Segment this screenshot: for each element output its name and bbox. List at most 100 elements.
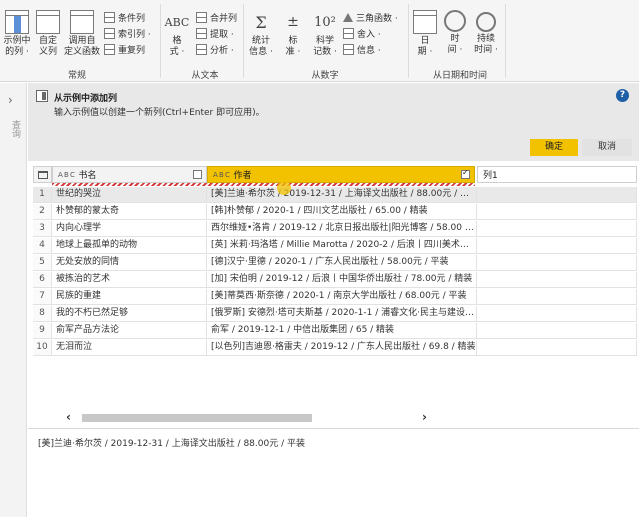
calendar-icon [413, 10, 437, 34]
cell-author[interactable]: 俞军 / 2019-12-1 / 中信出版集团 / 65 / 精装 [207, 323, 477, 339]
information-button[interactable]: 信息 · [343, 42, 381, 56]
row-number[interactable]: 7 [33, 289, 52, 305]
standard-button[interactable]: ± 标 准 · [280, 10, 306, 58]
table-row[interactable]: 7 民族的重建 [美]蒂莫西·斯奈德 / 2020-1 / 南京大学出版社 / 68… [33, 289, 637, 305]
row-number[interactable]: 9 [33, 323, 52, 339]
cell-new-column-input[interactable] [477, 238, 637, 254]
row-number[interactable]: 5 [33, 255, 52, 271]
cell-book[interactable]: 无泪而泣 [52, 340, 207, 356]
row-number[interactable]: 8 [33, 306, 52, 322]
merge-columns-button[interactable]: 合并列 [196, 10, 237, 24]
index-column-button[interactable]: 索引列 · [104, 26, 151, 40]
statistics-label: 统计 信息 · [249, 36, 273, 57]
exponent-icon: 10² [314, 14, 336, 30]
group-separator [160, 4, 161, 78]
cell-new-column-input[interactable] [477, 323, 637, 339]
parse-button[interactable]: 分析 · [196, 42, 234, 56]
scientific-button[interactable]: 10² 科学 记数 · [310, 10, 340, 58]
column-header-label: 列1 [483, 171, 498, 181]
cell-new-column-input[interactable] [477, 255, 637, 271]
format-button[interactable]: ABC 格 式 · [164, 10, 190, 58]
cell-book[interactable]: 被拣治的艺术 [52, 272, 207, 288]
cell-new-column-input[interactable] [477, 272, 637, 288]
column-from-examples-button[interactable]: 示例中 的列 · [0, 10, 34, 58]
column-select-checkbox-checked[interactable] [461, 168, 470, 179]
cell-author[interactable]: [韩]朴赞郁 / 2020-1 / 四川文艺出版社 / 65.00 / 精装 [207, 204, 477, 220]
add-column-from-examples-panel: 从示例中添加列 输入示例值以创建一个新列(Ctrl+Enter 即可应用)。 ?… [28, 83, 639, 161]
cell-book[interactable]: 朴赞郁的蒙太奇 [52, 204, 207, 220]
cell-new-column-input[interactable] [477, 204, 637, 220]
triangle-icon [343, 12, 353, 22]
help-icon[interactable]: ? [616, 89, 629, 102]
column-header-author[interactable]: A B C 作者 [207, 166, 475, 183]
cell-new-column-input[interactable] [477, 221, 637, 237]
column-select-checkbox[interactable] [193, 170, 202, 179]
cell-book[interactable]: 地球上最孤单的动物 [52, 238, 207, 254]
cell-new-column-input[interactable] [477, 340, 637, 356]
text-type-icon[interactable]: A B C [213, 171, 230, 179]
cell-book[interactable]: 俞军产品方法论 [52, 323, 207, 339]
extract-button[interactable]: 提取 · [196, 26, 234, 40]
table-row[interactable]: 10 无泪而泣 [以色列]吉迪恩·格雷夫 / 2019-12 / 广东人民出版社 /… [33, 340, 637, 356]
duplicate-column-button[interactable]: 重复列 [104, 42, 145, 56]
custom-column-icon [36, 10, 60, 34]
cell-author[interactable]: [俄罗斯] 安德烈·塔可夫斯基 / 2020-1-1 / 浦睿文化·民主与建设出… [207, 306, 477, 322]
statistics-button[interactable]: Σ 统计 信息 · [245, 10, 277, 58]
row-number[interactable]: 3 [33, 221, 52, 237]
group-label-general: 常规 [67, 71, 86, 81]
row-number[interactable]: 1 [33, 187, 52, 203]
cell-book[interactable]: 世纪的哭泣 [52, 187, 207, 203]
row-number[interactable]: 6 [33, 272, 52, 288]
conditional-column-button[interactable]: 条件列 [104, 10, 145, 24]
cell-book[interactable]: 内向心理学 [52, 221, 207, 237]
text-type-icon[interactable]: A B C [58, 171, 75, 179]
ok-button[interactable]: 确定 [530, 139, 578, 156]
invoke-custom-function-button[interactable]: 调用自 定义函数 [62, 10, 102, 58]
table-row[interactable]: 2 朴赞郁的蒙太奇 [韩]朴赞郁 / 2020-1 / 四川文艺出版社 / 65.0… [33, 204, 637, 220]
time-button[interactable]: 时 间 · [442, 10, 468, 56]
group-label-datetime: 从日期和时间 [432, 71, 487, 81]
column-header-book[interactable]: A B C 书名 [52, 166, 207, 183]
panel-title: 从示例中添加列 [54, 94, 118, 104]
cell-author[interactable]: [美]兰迪·希尔茨 / 2019-12-31 / 上海译文出版社 / 88.00… [207, 187, 477, 203]
custom-column-button[interactable]: 自定 义列 [34, 10, 62, 58]
cell-author[interactable]: [德]汉宁·里德 / 2020-1 / 广东人民出版社 / 58.00元 / 平… [207, 255, 477, 271]
table-row[interactable]: 9 俞军产品方法论 俞军 / 2019-12-1 / 中信出版集团 / 65 / 精… [33, 323, 637, 339]
scrollbar-thumb[interactable] [82, 414, 312, 422]
table-row[interactable]: 1 世纪的哭泣 [美]兰迪·希尔茨 / 2019-12-31 / 上海译文出版社 /… [33, 187, 637, 203]
table-row[interactable]: 6 被拣治的艺术 [加] 宋伯明 / 2019-12 / 后浪丨中国华侨出版社 / … [33, 272, 637, 288]
row-number[interactable]: 2 [33, 204, 52, 220]
scroll-left-icon[interactable]: ‹ [66, 410, 71, 424]
cell-author[interactable]: [以色列]吉迪恩·格雷夫 / 2019-12 / 广东人民出版社 / 69.8 … [207, 340, 477, 356]
trigonometry-button[interactable]: 三角函数 · [343, 10, 398, 24]
cell-author[interactable]: [英] 米莉·玛洛塔 / Millie Marotta / 2020-2 / 后… [207, 238, 477, 254]
cell-new-column-input[interactable] [477, 289, 637, 305]
expand-pane-chevron-icon[interactable]: › [8, 93, 13, 107]
rounding-button[interactable]: 舍入 · [343, 26, 381, 40]
cell-new-column-input[interactable] [477, 187, 637, 203]
table-row[interactable]: 5 无处安放的同情 [德]汉宁·里德 / 2020-1 / 广东人民出版社 / 58… [33, 255, 637, 271]
cell-book[interactable]: 民族的重建 [52, 289, 207, 305]
table-row[interactable]: 3 内向心理学 西尔维娅•洛肯 / 2019-12 / 北京日报出版社|阳光博客 /… [33, 221, 637, 237]
table-row[interactable]: 8 我的不朽已然足够 [俄罗斯] 安德烈·塔可夫斯基 / 2020-1-1 / 浦睿… [33, 306, 637, 322]
cell-new-column-input[interactable] [477, 306, 637, 322]
cell-author[interactable]: 西尔维娅•洛肯 / 2019-12 / 北京日报出版社|阳光博客 / 58.00… [207, 221, 477, 237]
horizontal-scrollbar[interactable]: ‹ › [60, 410, 440, 424]
row-number[interactable]: 10 [33, 340, 52, 356]
duration-button[interactable]: 持续 时间 · [472, 10, 500, 56]
parse-icon [196, 43, 207, 55]
cancel-button[interactable]: 取消 [582, 139, 632, 156]
cell-preview-text: [美]兰迪·希尔茨 / 2019-12-31 / 上海译文出版社 / 88.00… [38, 439, 305, 449]
cell-book[interactable]: 无处安放的同情 [52, 255, 207, 271]
cell-author[interactable]: [加] 宋伯明 / 2019-12 / 后浪丨中国华侨出版社 / 78.00元 … [207, 272, 477, 288]
invoke-custom-function-label: 调用自 定义函数 [63, 36, 100, 57]
date-button[interactable]: 日 期 · [412, 10, 438, 58]
table-menu-button[interactable] [33, 166, 52, 183]
row-number[interactable]: 4 [33, 238, 52, 254]
table-row[interactable]: 4 地球上最孤单的动物 [英] 米莉·玛洛塔 / Millie Marotta / … [33, 238, 637, 254]
scroll-right-icon[interactable]: › [422, 410, 427, 424]
cell-book[interactable]: 我的不朽已然足够 [52, 306, 207, 322]
sigma-icon: Σ [255, 12, 267, 32]
cell-author[interactable]: [美]蒂莫西·斯奈德 / 2020-1 / 南京大学出版社 / 68.00元 /… [207, 289, 477, 305]
column-header-new-column[interactable]: 列1 [477, 166, 637, 183]
